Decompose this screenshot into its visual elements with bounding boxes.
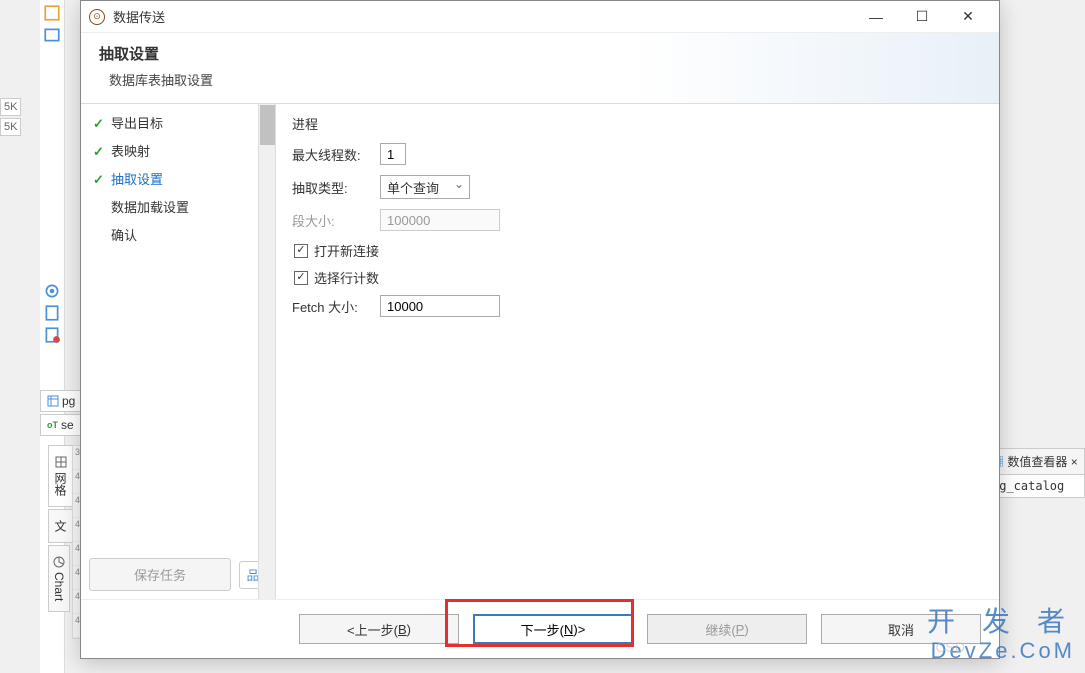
sql-icon: oT bbox=[47, 420, 58, 430]
bg-right-panel: ▦ 数值查看器 × pg_catalog bbox=[985, 448, 1085, 498]
segment-size-label: 段大小: bbox=[292, 211, 372, 230]
open-new-conn-label: 打开新连接 bbox=[314, 241, 379, 260]
grid-icon bbox=[55, 456, 67, 468]
open-new-conn-checkbox[interactable]: ✓ bbox=[294, 244, 308, 258]
vtab-grid[interactable]: 网格 bbox=[48, 445, 73, 507]
continue-button: 继续(P) bbox=[647, 614, 807, 644]
cancel-button[interactable]: 取消 bbox=[821, 614, 981, 644]
wizard-steps: 导出目标 表映射 抽取设置 数据加载设置 确认 bbox=[81, 104, 275, 550]
select-row-count-checkbox[interactable]: ✓ bbox=[294, 271, 308, 285]
dialog-footer: <上一步(B) 下一步(N)> 继续(P) 取消 bbox=[81, 599, 999, 658]
bg-badge-1: 5K bbox=[0, 98, 21, 116]
minimize-button[interactable]: — bbox=[853, 2, 899, 32]
maximize-button[interactable]: ☐ bbox=[899, 2, 945, 32]
dialog-header: 抽取设置 数据库表抽取设置 bbox=[81, 33, 999, 104]
bg-tab-pg[interactable]: pg bbox=[40, 390, 82, 412]
header-subtitle: 数据库表抽取设置 bbox=[109, 70, 981, 89]
vtab-chart[interactable]: Chart bbox=[48, 545, 70, 612]
wizard-sidebar: 导出目标 表映射 抽取设置 数据加载设置 确认 保存任务 品 bbox=[81, 104, 276, 599]
table-icon bbox=[47, 395, 59, 407]
save-task-button[interactable]: 保存任务 bbox=[89, 558, 231, 591]
step-extract-settings[interactable]: 抽取设置 bbox=[81, 166, 275, 194]
doc-alert-icon bbox=[43, 326, 61, 344]
section-process: 进程 bbox=[292, 114, 983, 133]
fetch-size-input[interactable] bbox=[380, 295, 500, 317]
max-threads-input[interactable] bbox=[380, 143, 406, 165]
close-button[interactable]: ✕ bbox=[945, 2, 991, 32]
step-data-load-settings[interactable]: 数据加载设置 bbox=[81, 194, 275, 222]
extract-type-select[interactable]: 单个查询 bbox=[380, 175, 470, 199]
background-tabs: pg oT se bbox=[40, 390, 82, 438]
value-viewer-tab[interactable]: ▦ 数值查看器 × bbox=[986, 449, 1084, 475]
max-threads-label: 最大线程数: bbox=[292, 145, 372, 164]
bg-badge-2: 5K bbox=[0, 118, 21, 136]
bg-icon-2 bbox=[43, 26, 61, 44]
gear-icon bbox=[43, 282, 61, 300]
settings-content: 进程 最大线程数: 抽取类型: 单个查询 段大小: ✓ 打开新连接 bbox=[276, 104, 999, 599]
bg-tab-se[interactable]: oT se bbox=[40, 414, 82, 436]
doc-icon bbox=[43, 304, 61, 322]
titlebar: ⊙ 数据传送 — ☐ ✕ bbox=[81, 1, 999, 33]
back-button[interactable]: <上一步(B) bbox=[299, 614, 459, 644]
step-export-target[interactable]: 导出目标 bbox=[81, 110, 275, 138]
sidebar-scrollbar[interactable] bbox=[258, 104, 275, 599]
value-viewer-content: pg_catalog bbox=[986, 475, 1084, 497]
app-icon: ⊙ bbox=[89, 9, 105, 25]
scrollbar-thumb[interactable] bbox=[260, 105, 275, 145]
extract-type-label: 抽取类型: bbox=[292, 178, 372, 197]
chart-icon bbox=[53, 556, 65, 568]
fetch-size-label: Fetch 大小: bbox=[292, 297, 372, 316]
select-row-count-label: 选择行计数 bbox=[314, 268, 379, 287]
step-table-mapping[interactable]: 表映射 bbox=[81, 138, 275, 166]
data-transfer-dialog: ⊙ 数据传送 — ☐ ✕ 抽取设置 数据库表抽取设置 导出目标 表映射 抽取设置… bbox=[80, 0, 1000, 659]
vertical-tabs: 网格 文 Chart bbox=[48, 445, 72, 614]
next-button[interactable]: 下一步(N)> bbox=[473, 614, 633, 644]
step-confirm[interactable]: 确认 bbox=[81, 222, 275, 250]
bg-icon-1 bbox=[43, 4, 61, 22]
segment-size-input bbox=[380, 209, 500, 231]
vtab-text[interactable]: 文 bbox=[48, 509, 73, 543]
dialog-title: 数据传送 bbox=[113, 7, 853, 26]
header-title: 抽取设置 bbox=[99, 43, 981, 64]
